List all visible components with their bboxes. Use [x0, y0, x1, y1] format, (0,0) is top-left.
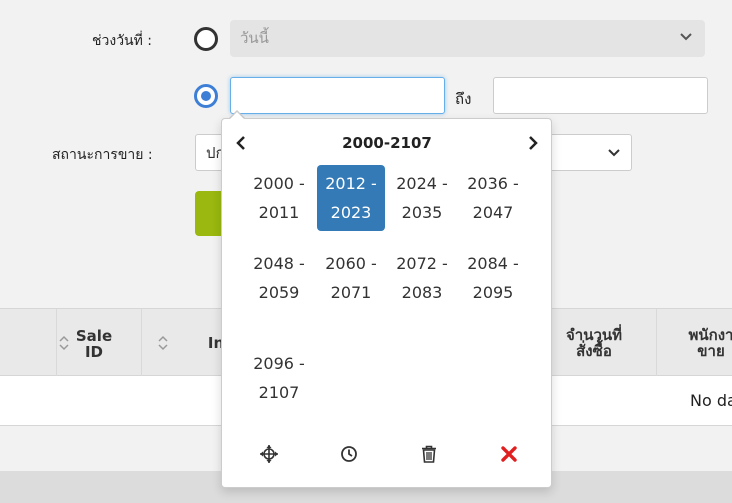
decade-end: 2071 — [330, 283, 372, 302]
decade-cell[interactable]: 2072 - 2083 — [388, 245, 456, 311]
header-line: Sale — [75, 327, 113, 345]
header-line: พนักงา — [688, 326, 732, 344]
decade-cell[interactable]: 2024 - 2035 — [388, 165, 456, 231]
decade-picker: 2000-2107 2000 - 2011 2012 - 2023 2024 - 2035… — [221, 118, 552, 488]
decade-start: 2084 - — [467, 254, 519, 273]
decade-start: 2072 - — [396, 254, 448, 273]
decade-start: 2024 - — [396, 174, 448, 193]
decade-start: 2060 - — [325, 254, 377, 273]
sort-icon[interactable] — [59, 335, 69, 351]
decade-cell[interactable]: 2000 - 2011 — [245, 165, 313, 231]
preset-range-radio[interactable] — [194, 27, 218, 51]
header-line: ID — [84, 343, 104, 361]
chevron-down-icon — [608, 149, 620, 157]
column-divider — [656, 309, 657, 377]
decade-cell[interactable]: 2060 - 2071 — [317, 245, 385, 311]
decade-end: 2095 — [472, 283, 514, 302]
decade-start: 2096 - — [253, 354, 305, 373]
sales-status-label: สถานะการขาย : — [52, 147, 153, 163]
chevron-down-icon — [680, 33, 692, 41]
decade-start: 2048 - — [253, 254, 305, 273]
close-icon[interactable] — [499, 444, 519, 464]
decade-cell[interactable]: 2096 - 2107 — [245, 345, 313, 411]
decade-end: 2107 — [258, 383, 300, 402]
decade-end: 2083 — [401, 283, 443, 302]
decade-cell[interactable]: 2084 - 2095 — [459, 245, 527, 311]
clock-icon[interactable] — [339, 444, 359, 464]
empty-table-message: No da — [690, 391, 732, 410]
column-header-salesperson[interactable]: พนักงา ขาย — [676, 327, 732, 359]
header-line: ขาย — [697, 342, 725, 360]
preset-range-value: วันนี้ — [240, 29, 269, 47]
custom-range-radio[interactable] — [194, 84, 218, 108]
crosshair-icon[interactable] — [259, 444, 279, 464]
date-from-input[interactable] — [230, 77, 445, 114]
column-header-sale-id[interactable]: Sale ID — [72, 328, 116, 360]
column-divider — [56, 309, 57, 377]
header-line: สั่งซื้อ — [576, 342, 612, 360]
decade-end: 2047 — [472, 203, 514, 222]
column-divider — [141, 309, 142, 377]
decade-cell[interactable]: 2012 - 2023 — [317, 165, 385, 231]
chevron-left-icon[interactable] — [234, 135, 248, 151]
to-label: ถึง — [455, 90, 472, 108]
decade-end: 2059 — [258, 283, 300, 302]
decade-start: 2000 - — [253, 174, 305, 193]
picker-caret — [230, 112, 244, 119]
picker-title[interactable]: 2000-2107 — [322, 134, 452, 152]
date-to-input[interactable] — [493, 77, 708, 114]
preset-range-select[interactable]: วันนี้ — [230, 20, 705, 57]
trash-icon[interactable] — [419, 444, 439, 464]
decade-end: 2011 — [258, 203, 300, 222]
decade-end: 2023 — [330, 203, 372, 222]
decade-start: 2012 - — [325, 174, 377, 193]
date-range-label: ช่วงวันที่ : — [92, 33, 153, 49]
decade-cell[interactable]: 2036 - 2047 — [459, 165, 527, 231]
header-line: จำนวนที่ — [565, 326, 623, 344]
column-header-order-qty[interactable]: จำนวนที่ สั่งซื้อ — [554, 327, 634, 359]
decade-end: 2035 — [401, 203, 443, 222]
chevron-right-icon[interactable] — [526, 135, 540, 151]
decade-cell[interactable]: 2048 - 2059 — [245, 245, 313, 311]
sort-icon[interactable] — [158, 335, 168, 351]
decade-start: 2036 - — [467, 174, 519, 193]
